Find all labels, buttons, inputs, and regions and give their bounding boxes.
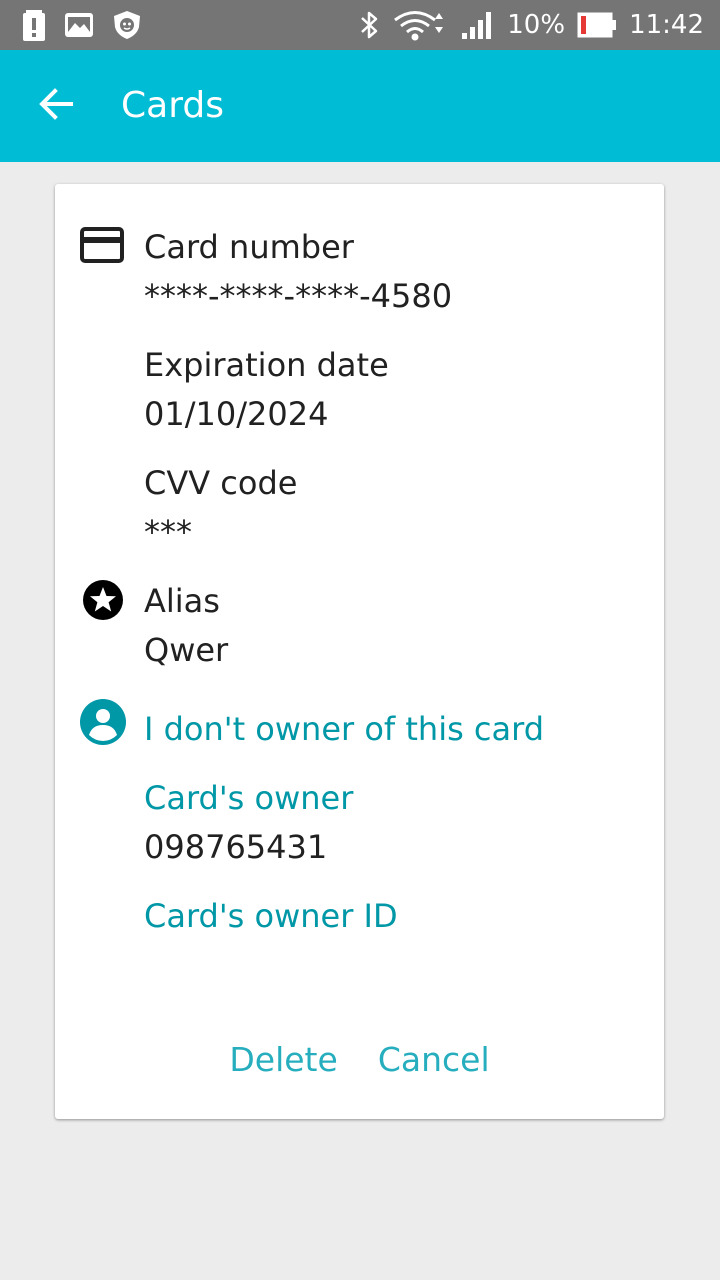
image-icon — [64, 12, 94, 38]
card-owner-id-label: Card's owner ID — [144, 897, 398, 935]
cancel-button[interactable]: Cancel — [378, 1040, 490, 1079]
page-title: Cards — [121, 85, 224, 126]
card-number-value: ****-****-****-4580 — [144, 277, 453, 315]
status-bar-right: 10% 11:42 — [357, 9, 704, 41]
card-owner-label: Card's owner — [144, 779, 354, 817]
bluetooth-icon — [357, 9, 381, 41]
clock: 11:42 — [629, 10, 704, 40]
battery-icon — [577, 12, 617, 38]
back-button[interactable] — [30, 80, 82, 132]
cell-signal-icon — [461, 9, 495, 41]
battery-percent: 10% — [507, 10, 566, 40]
card-number-label: Card number — [144, 228, 354, 266]
alias-label: Alias — [144, 582, 220, 620]
account-circle-icon — [79, 698, 127, 750]
alias-value: Qwer — [144, 631, 229, 669]
battery-alert-icon — [22, 9, 46, 41]
card-details-dialog: Card number ****-****-****-4580 Expirati… — [55, 184, 664, 1119]
dialog-actions: Delete Cancel — [55, 1040, 664, 1079]
wifi-icon — [393, 9, 449, 41]
cvv-label: CVV code — [144, 464, 298, 502]
cvv-value: *** — [144, 513, 192, 551]
not-owner-link[interactable]: I don't owner of this card — [144, 710, 544, 748]
status-bar-left — [22, 9, 142, 41]
expiration-date-label: Expiration date — [144, 346, 389, 384]
delete-button[interactable]: Delete — [229, 1040, 337, 1079]
arrow-back-icon — [38, 86, 74, 126]
card-owner-value: 098765431 — [144, 828, 328, 866]
star-circle-icon — [82, 579, 124, 625]
credit-card-icon — [80, 227, 124, 267]
app-bar: Cards — [0, 50, 720, 162]
status-bar: 10% 11:42 — [0, 0, 720, 50]
shield-lion-icon — [112, 10, 142, 40]
expiration-date-value: 01/10/2024 — [144, 395, 329, 433]
